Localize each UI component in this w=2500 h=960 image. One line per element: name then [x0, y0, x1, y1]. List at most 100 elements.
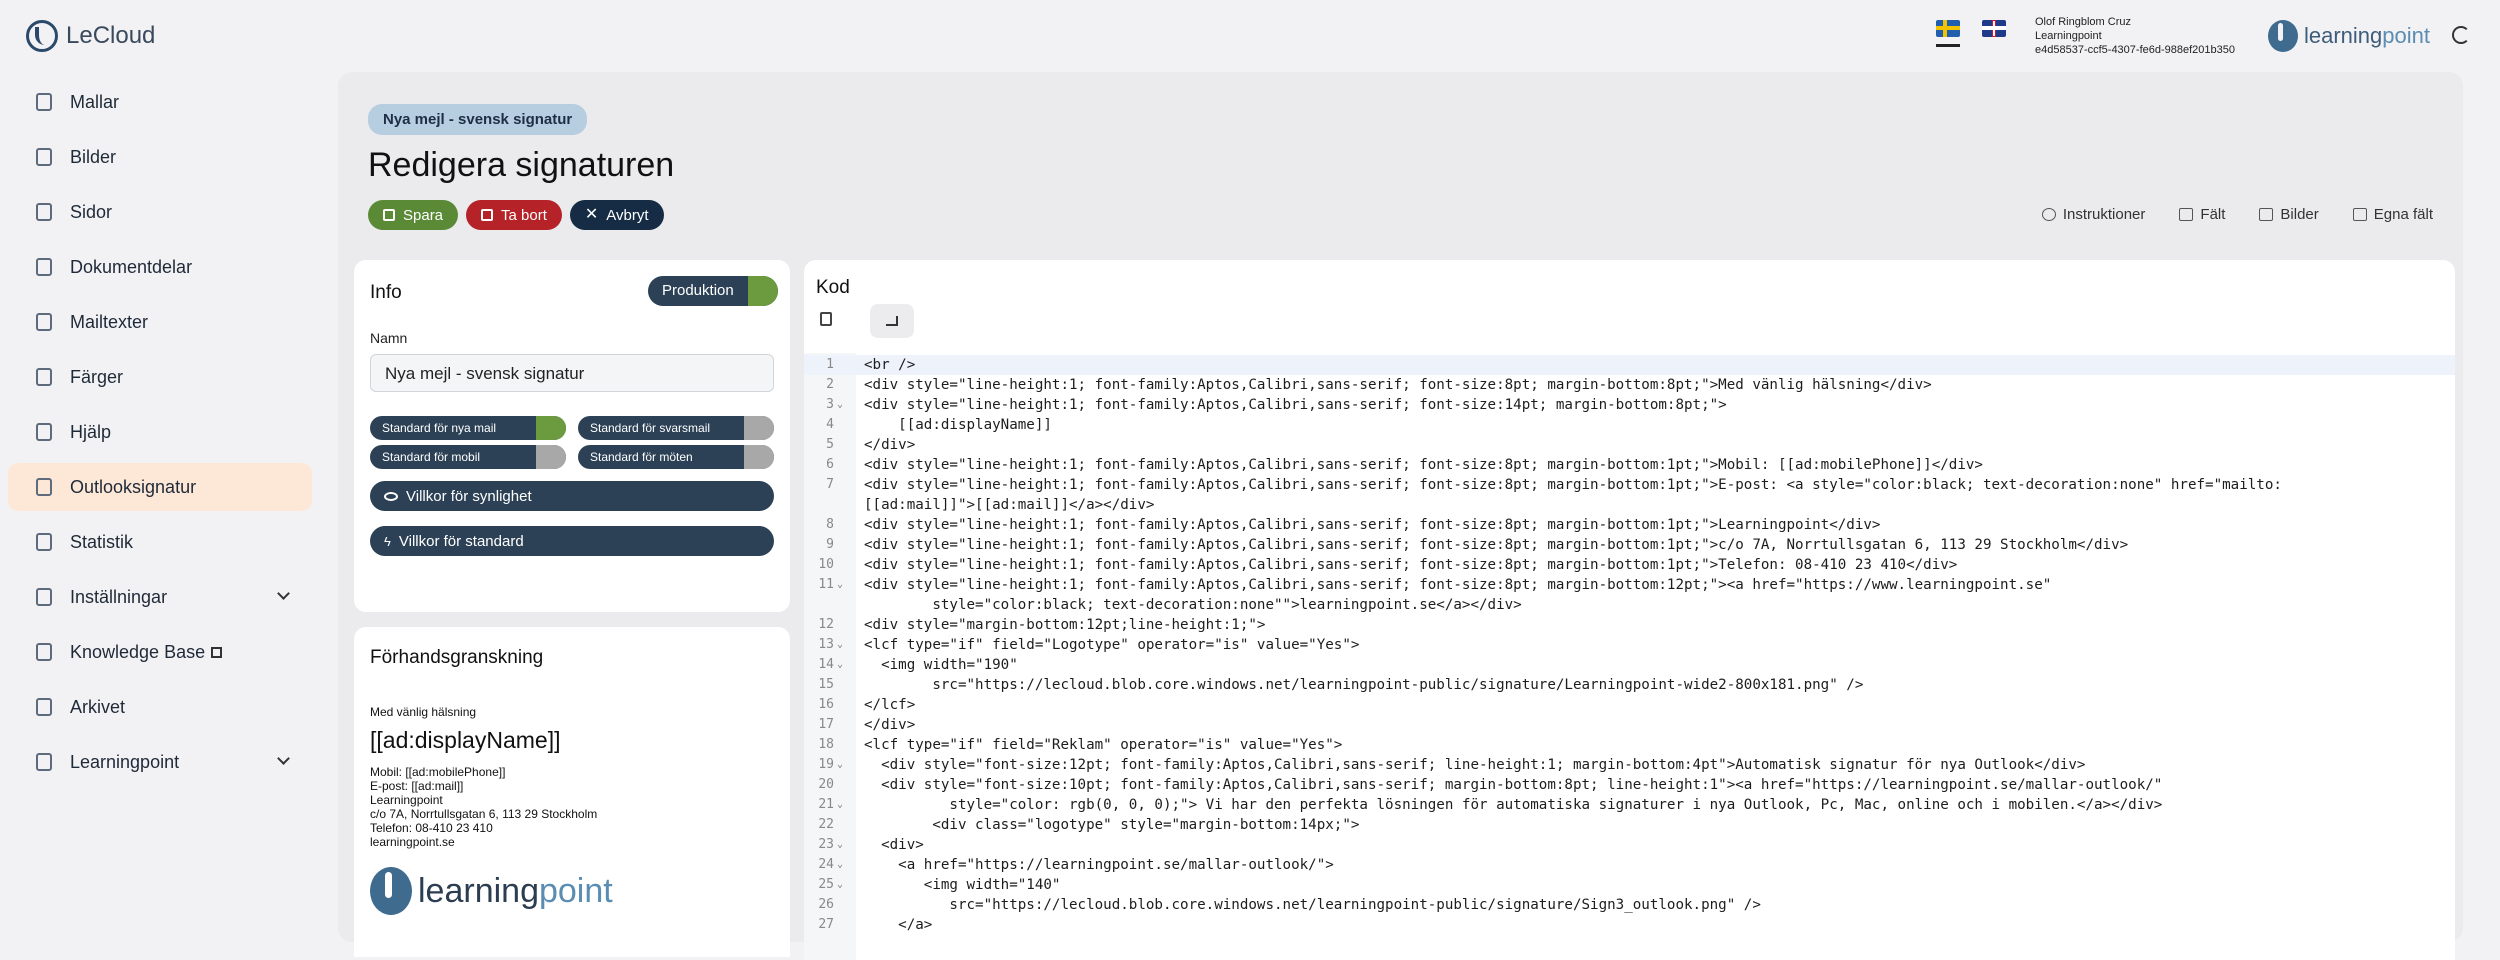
code-text: <div style="margin-bottom:12pt;line-heig…	[864, 617, 1266, 633]
toggle-default-new-mail[interactable]: Standard för nya mail	[370, 416, 566, 440]
custom-fields-button[interactable]: Egna fält	[2352, 206, 2433, 223]
line-number: 5	[826, 437, 834, 452]
fold-chevron-icon[interactable]: ⌄	[837, 395, 843, 415]
code-text: <div style="line-height:1; font-family:A…	[864, 557, 1958, 573]
sidebar-item-label: Mailtexter	[70, 311, 149, 332]
save-icon	[383, 209, 395, 221]
app-name: LeCloud	[66, 22, 156, 49]
fold-chevron-icon[interactable]: ⌄	[837, 575, 843, 595]
code-text: <img width="190"	[864, 657, 1018, 673]
fold-chevron-icon[interactable]: ⌄	[837, 755, 843, 775]
app-logo[interactable]: LeCloud	[26, 20, 155, 52]
fields-button[interactable]: Fält	[2179, 206, 2225, 223]
line-number: 13	[818, 637, 834, 652]
sidebar-item-6[interactable]: Hjälp	[8, 408, 312, 456]
user-name: Olof Ringblom Cruz	[2035, 16, 2131, 28]
user-info: Olof Ringblom Cruz Learningpoint e4d5853…	[2035, 15, 2235, 57]
line-number: 12	[818, 617, 834, 632]
standard-conditions-button[interactable]: ϟ Villkor för standard	[370, 526, 774, 556]
eye-icon	[384, 491, 398, 501]
settings-icon	[36, 588, 52, 606]
bolt-icon: ϟ	[384, 533, 391, 549]
line-number: 18	[818, 737, 834, 752]
code-text: <div>	[864, 837, 924, 853]
line-number: 2	[826, 377, 834, 392]
page-icon	[36, 203, 52, 221]
swedish-flag-icon[interactable]	[1936, 20, 1960, 37]
fold-chevron-icon[interactable]: ⌄	[837, 835, 843, 855]
code-text: <div class="logotype" style="margin-bott…	[864, 817, 1360, 833]
editor-toolbar: Instruktioner Fält Bilder Egna fält	[2041, 206, 2433, 223]
fold-chevron-icon[interactable]: ⌄	[837, 795, 843, 815]
code-card: Kod 1 <br /> 2 <div style="line-height:1; f…	[804, 260, 2455, 960]
format-paint-icon[interactable]	[820, 312, 832, 326]
line-number: 8	[826, 517, 834, 532]
instructions-button[interactable]: Instruktioner	[2041, 206, 2145, 223]
visibility-conditions-button[interactable]: Villkor för synlighet	[370, 481, 774, 511]
save-button[interactable]: Spara	[368, 200, 459, 230]
brand-text: learningpoint	[2304, 23, 2430, 48]
sidebar: Mallar Bilder Sidor Dokumentdelar Mailtexter…	[0, 78, 320, 793]
sidebar-item-2[interactable]: Sidor	[8, 188, 312, 236]
signature-icon	[36, 478, 52, 496]
sidebar-item-label: Bilder	[70, 146, 117, 167]
line-number: 26	[818, 897, 834, 912]
user-id: e4d58537-ccf5-4307-fe6d-988ef201b350	[2035, 44, 2235, 56]
fold-chevron-icon[interactable]: ⌄	[837, 635, 843, 655]
delete-button[interactable]: Ta bort	[466, 200, 562, 230]
chevron-down-icon[interactable]	[277, 752, 290, 765]
fold-chevron-icon[interactable]: ⌄	[837, 855, 843, 875]
production-toggle[interactable]: Produktion	[648, 276, 778, 306]
sidebar-item-3[interactable]: Dokumentdelar	[8, 243, 312, 291]
english-flag-icon[interactable]	[1982, 20, 2006, 37]
line-number: 20	[818, 777, 834, 792]
sidebar-item-11[interactable]: Arkivet	[8, 683, 312, 731]
book-icon	[36, 643, 52, 661]
toggle-default-mobile[interactable]: Standard för mobil	[370, 445, 566, 469]
sidebar-item-label: Outlooksignatur	[70, 476, 197, 497]
sidebar-item-7[interactable]: Outlooksignatur	[8, 463, 312, 511]
fields-icon	[2179, 208, 2194, 221]
code-text: <img width="140"	[864, 877, 1061, 893]
sidebar-item-0[interactable]: Mallar	[8, 78, 312, 126]
code-text: <div style="font-size:12pt; font-family:…	[864, 757, 2086, 773]
mail-icon	[36, 313, 52, 331]
tenant-brand-logo: learningpoint	[2268, 20, 2430, 52]
sidebar-item-1[interactable]: Bilder	[8, 133, 312, 181]
learningpoint-logo-icon	[370, 867, 412, 915]
code-text: <div style="line-height:1; font-family:A…	[864, 457, 1983, 473]
sidebar-item-8[interactable]: Statistik	[8, 518, 312, 566]
line-number: 7	[826, 477, 834, 492]
language-switcher	[1936, 20, 2006, 37]
name-label: Namn	[370, 330, 408, 346]
code-text: <br />	[864, 357, 916, 373]
toggle-default-reply[interactable]: Standard för svarsmail	[578, 416, 774, 440]
top-bar: LeCloud Olof Ringblom Cruz Learningpoint…	[0, 0, 2500, 74]
name-input[interactable]: Nya mejl - svensk signatur	[370, 354, 774, 392]
chevron-down-icon[interactable]	[277, 587, 290, 600]
sidebar-item-9[interactable]: Inställningar	[8, 573, 312, 621]
sidebar-item-10[interactable]: Knowledge Base	[8, 628, 312, 676]
info-icon	[2041, 208, 2056, 221]
word-wrap-button[interactable]	[870, 304, 914, 338]
toggle-on-indicator	[748, 276, 778, 306]
cancel-button[interactable]: ✕ Avbryt	[569, 200, 664, 230]
info-title: Info	[370, 282, 402, 303]
sidebar-item-12[interactable]: Learningpoint	[8, 738, 312, 786]
toggle-default-meetings[interactable]: Standard för möten	[578, 445, 774, 469]
breadcrumb: Nya mejl - svensk signatur	[368, 104, 588, 135]
action-buttons: Spara Ta bort ✕ Avbryt	[368, 200, 664, 230]
lecloud-logo-icon	[26, 20, 58, 52]
images-button[interactable]: Bilder	[2259, 206, 2319, 223]
sidebar-item-5[interactable]: Färger	[8, 353, 312, 401]
logout-icon[interactable]	[2452, 26, 2470, 44]
code-line: 1 <br />	[804, 355, 2455, 375]
code-text: <div style="line-height:1; font-family:A…	[864, 477, 2282, 493]
code-editor[interactable]: 1 <br /> 2 <div style="line-height:1; font-…	[804, 353, 2455, 960]
archive-icon	[36, 698, 52, 716]
fold-chevron-icon[interactable]: ⌄	[837, 655, 843, 675]
fold-chevron-icon[interactable]: ⌄	[837, 875, 843, 895]
sidebar-item-4[interactable]: Mailtexter	[8, 298, 312, 346]
line-number: 23	[818, 837, 834, 852]
pencil-icon	[2352, 208, 2367, 221]
